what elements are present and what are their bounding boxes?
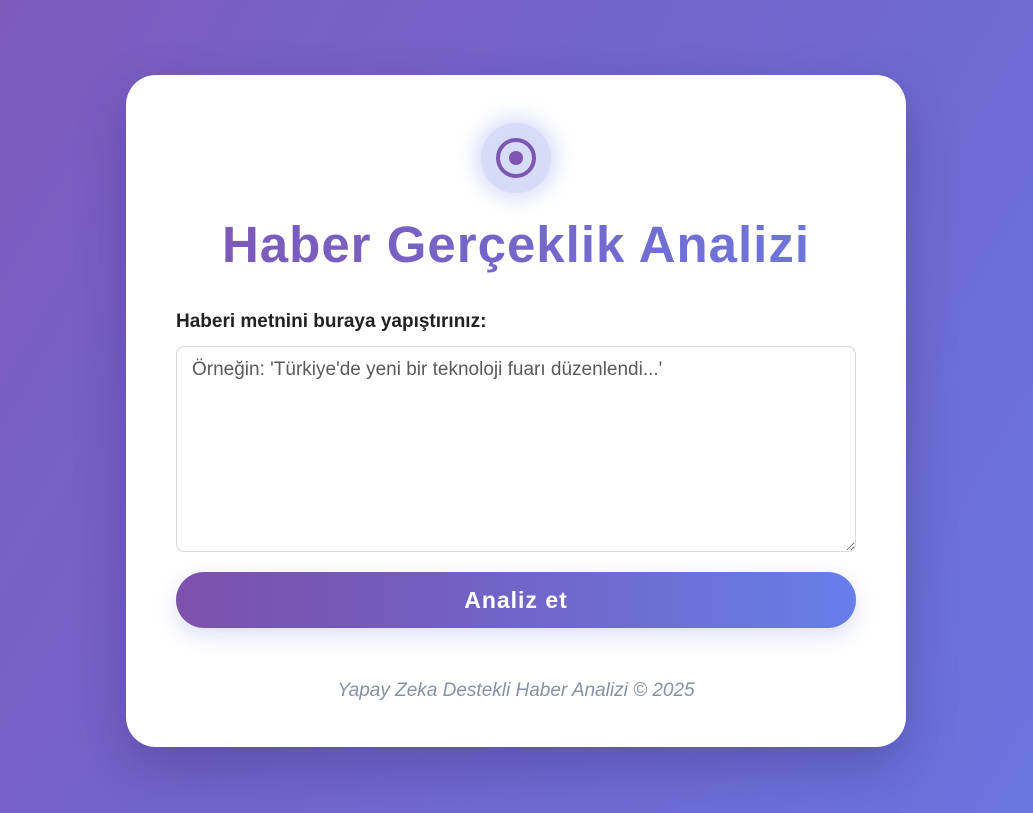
- page-title: Haber Gerçeklik Analizi: [126, 215, 906, 275]
- analysis-card: Haber Gerçeklik Analizi Haberi metnini b…: [126, 75, 906, 747]
- logo-badge: [481, 123, 551, 193]
- news-text-input[interactable]: [176, 346, 856, 552]
- footer-text: Yapay Zeka Destekli Haber Analizi © 2025: [337, 680, 695, 701]
- textarea-label: Haberi metnini buraya yapıştırınız:: [176, 311, 487, 332]
- target-icon: [496, 138, 536, 178]
- analyze-button[interactable]: Analiz et: [176, 572, 856, 628]
